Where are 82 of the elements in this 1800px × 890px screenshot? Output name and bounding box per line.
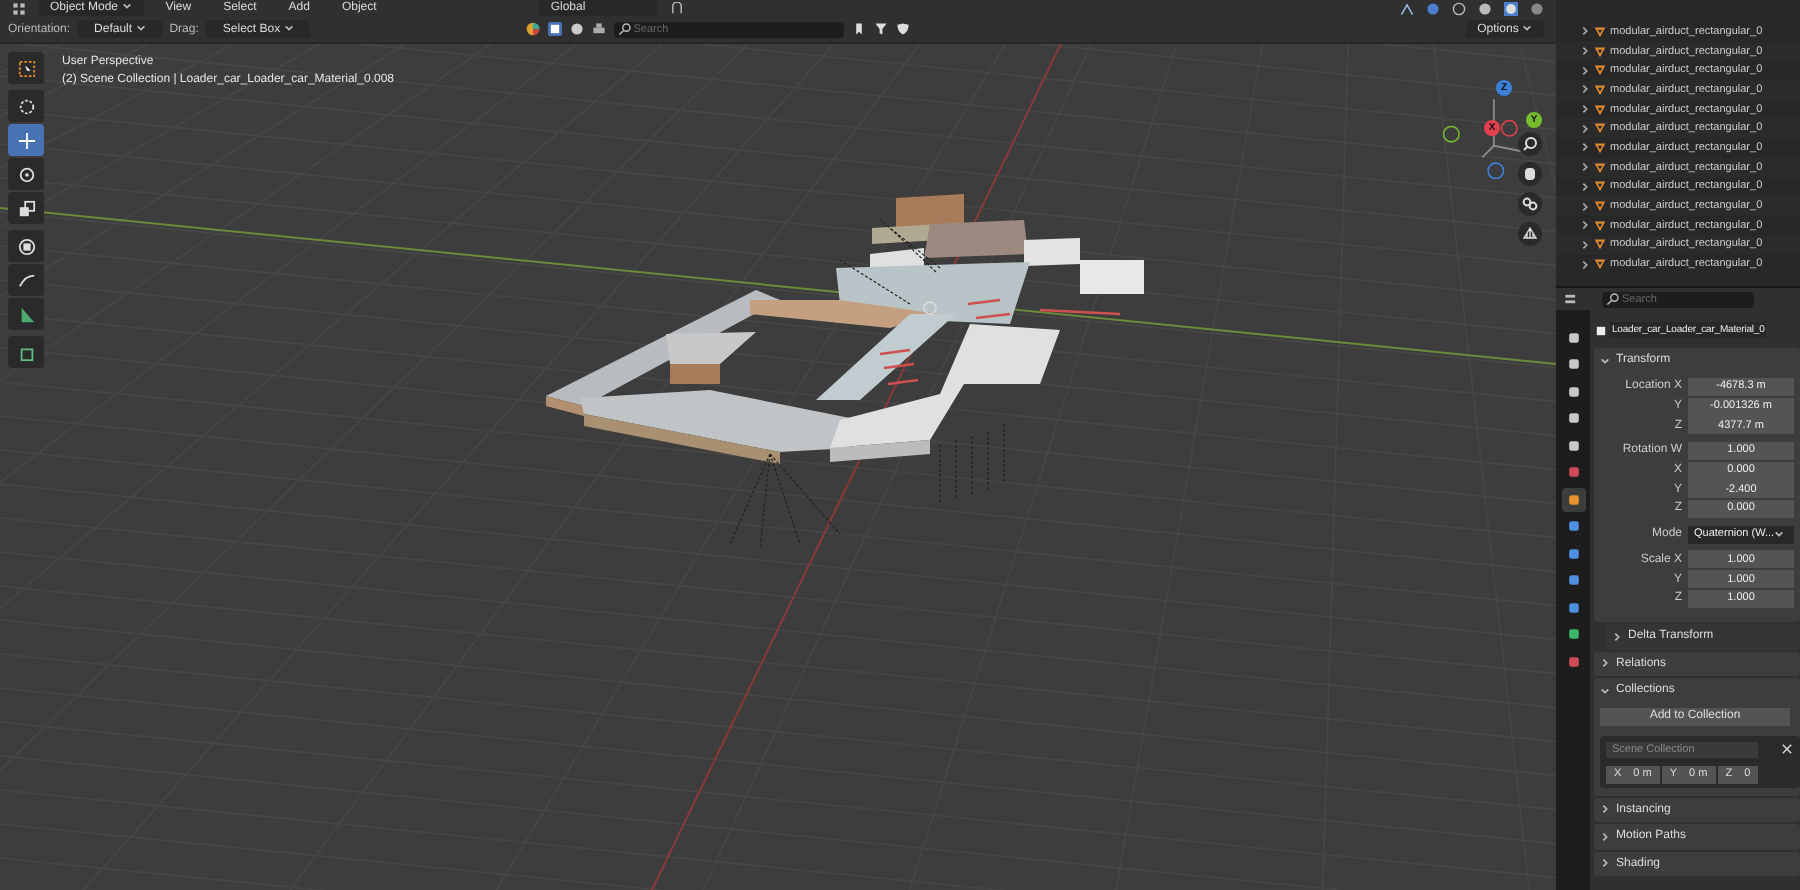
mesh-object-icon [1594, 64, 1606, 77]
building-model-drawing[interactable] [546, 194, 1144, 549]
rotate-tool-button[interactable] [8, 158, 44, 190]
chevron-icon[interactable] [1580, 181, 1590, 192]
move-tool-icon [17, 131, 35, 149]
transform-tool-icon [17, 237, 35, 255]
chevron-icon[interactable] [1600, 804, 1610, 815]
mesh-object-icon [1594, 122, 1606, 135]
hand-icon[interactable] [1518, 162, 1542, 186]
chevron-icon[interactable] [1580, 201, 1590, 212]
caret-icon [283, 23, 294, 32]
object-tab[interactable] [1561, 488, 1585, 511]
color-wheel-icon[interactable] [525, 22, 540, 36]
mesh-object-icon [1594, 200, 1606, 213]
measure-tool-button[interactable] [8, 298, 44, 330]
chevron-icon[interactable] [1580, 259, 1590, 270]
annotate-tool-button[interactable] [8, 264, 44, 296]
close-icon[interactable] [1780, 742, 1794, 757]
select-mode-icon[interactable] [547, 22, 562, 36]
chevron-icon[interactable] [1580, 26, 1590, 37]
move-tool-button[interactable] [8, 124, 44, 156]
sphere-icon[interactable] [569, 22, 584, 36]
rotate-tool-icon [17, 165, 35, 183]
cursor-tool-icon [17, 97, 35, 115]
chevron-icon[interactable] [1600, 831, 1610, 842]
chevron-icon[interactable] [1600, 355, 1610, 366]
filter-icon[interactable] [873, 22, 888, 36]
chevron-icon[interactable] [1600, 685, 1610, 696]
mesh-object-icon [1594, 161, 1606, 174]
mesh-object-icon [1594, 180, 1606, 193]
chevron-icon[interactable] [1580, 46, 1590, 57]
mesh-object-icon [1594, 219, 1606, 232]
measure-tool-icon [17, 305, 35, 323]
add-cube-tool-button[interactable] [8, 336, 44, 368]
object-icon [1594, 323, 1608, 337]
search-icon [617, 22, 632, 36]
add-cube-tool-icon [17, 343, 35, 361]
chevron-icon[interactable] [1580, 84, 1590, 95]
editor-type-icon[interactable] [12, 1, 26, 15]
grid-view-icon[interactable] [1518, 222, 1542, 246]
chevron-icon[interactable] [1580, 239, 1590, 250]
chevron-icon[interactable] [1580, 104, 1590, 115]
editor-type-icon[interactable] [1564, 292, 1578, 306]
scale-tool-icon [17, 199, 35, 217]
chevron-icon[interactable] [1580, 123, 1590, 134]
caret-icon [121, 2, 132, 11]
material-shading-icon[interactable] [1504, 1, 1518, 15]
solid-shading-icon[interactable] [1478, 1, 1492, 15]
mesh-object-icon [1594, 45, 1606, 58]
caret-icon [1774, 530, 1785, 539]
chevron-icon[interactable] [1600, 658, 1610, 669]
snap-icon[interactable] [670, 1, 685, 15]
select-tool-icon [17, 59, 35, 77]
cursor-tool-button[interactable] [8, 90, 44, 122]
mesh-object-icon [1594, 141, 1606, 154]
mesh-object-icon [1594, 83, 1606, 96]
chevron-icon[interactable] [1612, 631, 1622, 642]
camera-icon[interactable] [1518, 192, 1542, 216]
mesh-object-icon [1594, 103, 1606, 116]
mesh-object-icon [1594, 25, 1606, 38]
scale-tool-button[interactable] [8, 192, 44, 224]
chevron-icon[interactable] [1580, 142, 1590, 153]
mesh-object-icon [1594, 238, 1606, 251]
printer-icon[interactable] [591, 22, 606, 36]
caret-icon [135, 23, 146, 32]
bookmark-icon[interactable] [851, 22, 866, 36]
mesh-object-icon [1594, 258, 1606, 271]
caret-icon [1522, 23, 1532, 32]
overlay-icon[interactable] [1426, 1, 1440, 15]
rendered-shading-icon[interactable] [1530, 1, 1544, 15]
annotate-tool-icon [17, 271, 35, 289]
chevron-icon[interactable] [1580, 162, 1590, 173]
transform-tool-button[interactable] [8, 230, 44, 262]
wireframe-shading-icon[interactable] [1452, 1, 1466, 15]
search-icon [1606, 292, 1620, 306]
gizmo-toggle-icon[interactable] [1400, 1, 1414, 15]
shield-icon[interactable] [895, 22, 910, 36]
chevron-icon[interactable] [1580, 220, 1590, 231]
chevron-icon[interactable] [1600, 858, 1610, 869]
select-tool-button[interactable] [8, 52, 44, 84]
chevron-icon[interactable] [1580, 65, 1590, 76]
zoom-icon[interactable] [1518, 132, 1542, 156]
